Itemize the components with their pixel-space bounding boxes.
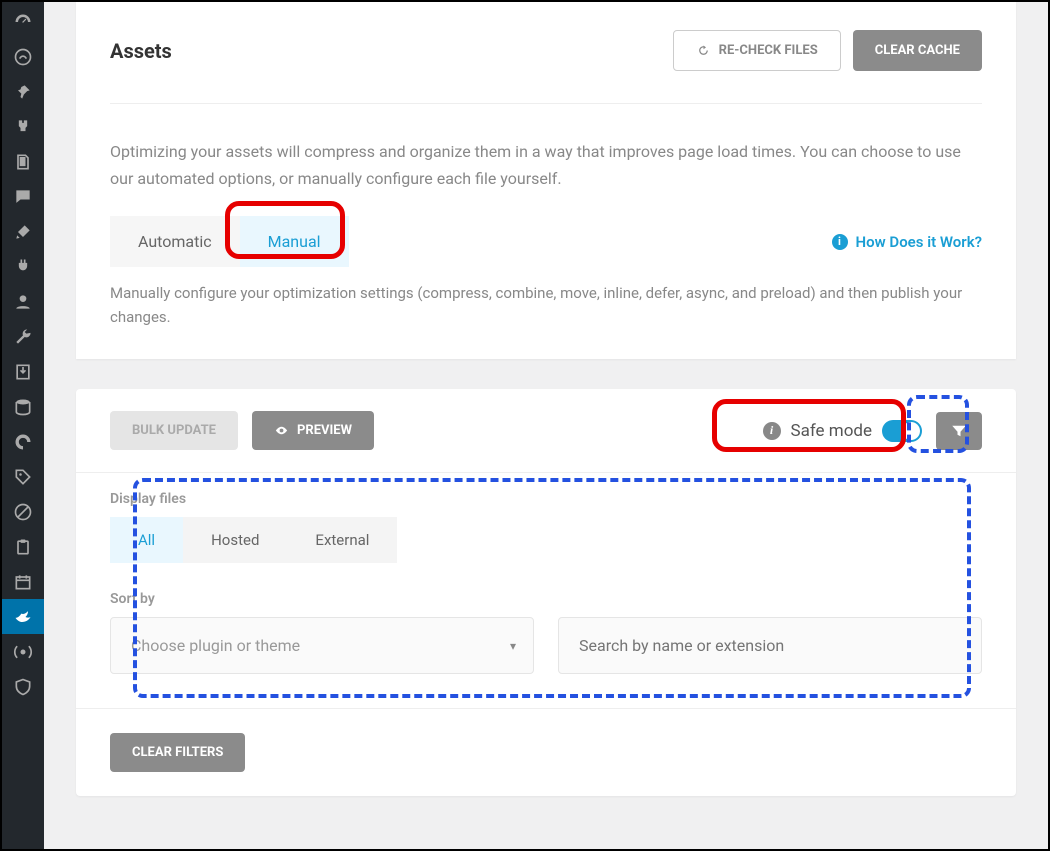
info-gray-icon[interactable]: i xyxy=(763,422,781,440)
user-icon xyxy=(13,292,33,312)
sidebar-o[interactable] xyxy=(2,424,44,459)
sidebar-plugins2[interactable] xyxy=(2,249,44,284)
admin-sidebar xyxy=(2,2,44,849)
info-icon: i xyxy=(832,234,848,250)
intro-text: Optimizing your assets will compress and… xyxy=(110,104,982,216)
display-files-label: Display files xyxy=(110,491,982,507)
sidebar-hummingbird[interactable] xyxy=(2,39,44,74)
ocircle-icon xyxy=(13,432,33,452)
sidebar-tag[interactable] xyxy=(2,459,44,494)
filter-panel: Display files All Hosted External Sort b… xyxy=(76,473,1016,708)
hummingbird-icon xyxy=(13,47,33,67)
search-input[interactable] xyxy=(558,617,982,674)
recheck-files-button[interactable]: RE-CHECK FILES xyxy=(673,30,841,71)
clear-filters-button[interactable]: CLEAR FILTERS xyxy=(110,733,245,772)
safe-mode-label: Safe mode xyxy=(791,421,873,441)
clear-cache-button[interactable]: CLEAR CACHE xyxy=(853,30,982,71)
safe-mode-group: i Safe mode xyxy=(763,420,923,442)
manual-tab-description: Manually configure your optimization set… xyxy=(110,267,982,359)
main-content: Assets RE-CHECK FILES CLEAR CACHE Optimi… xyxy=(44,2,1048,849)
sidebar-calendar[interactable] xyxy=(2,564,44,599)
how-does-it-work-link[interactable]: i How Does it Work? xyxy=(832,233,982,251)
sidebar-appearance[interactable] xyxy=(2,214,44,249)
safe-mode-toggle[interactable] xyxy=(882,420,922,442)
filter-button[interactable] xyxy=(936,412,982,450)
sidebar-hummingbird-active[interactable] xyxy=(2,599,44,634)
tab-manual[interactable]: Manual xyxy=(240,216,349,267)
plugins-icon xyxy=(13,117,33,137)
sort-by-label: Sort by xyxy=(110,591,982,607)
shield-icon xyxy=(13,677,33,697)
preview-button[interactable]: PREVIEW xyxy=(252,411,374,450)
sidebar-database[interactable] xyxy=(2,389,44,424)
brush-icon xyxy=(13,222,33,242)
bird-icon xyxy=(13,607,33,627)
eye-icon xyxy=(274,423,289,438)
wrench-icon xyxy=(13,327,33,347)
sidebar-users[interactable] xyxy=(2,284,44,319)
pin-icon xyxy=(13,82,33,102)
bulk-update-button[interactable]: BULK UPDATE xyxy=(110,411,238,450)
sidebar-pin[interactable] xyxy=(2,74,44,109)
sidebar-broadcast[interactable] xyxy=(2,634,44,669)
funnel-icon xyxy=(950,422,968,440)
import-icon xyxy=(13,362,33,382)
dashboard-icon xyxy=(13,12,33,32)
sidebar-plugins[interactable] xyxy=(2,109,44,144)
sidebar-clipboard[interactable] xyxy=(2,529,44,564)
mode-tabs: Automatic Manual xyxy=(110,216,349,267)
pages-icon xyxy=(13,152,33,172)
sidebar-pages[interactable] xyxy=(2,144,44,179)
sidebar-tools[interactable] xyxy=(2,319,44,354)
display-all-pill[interactable]: All xyxy=(110,517,183,563)
tab-automatic[interactable]: Automatic xyxy=(110,216,240,267)
clipboard-icon xyxy=(13,537,33,557)
sidebar-comments[interactable] xyxy=(2,179,44,214)
tag-icon xyxy=(13,467,33,487)
sidebar-import[interactable] xyxy=(2,354,44,389)
page-title: Assets xyxy=(110,39,172,63)
sidebar-slash[interactable] xyxy=(2,494,44,529)
comment-icon xyxy=(13,187,33,207)
broadcast-icon xyxy=(13,642,33,662)
plug-icon xyxy=(13,257,33,277)
calendar-icon xyxy=(13,572,33,592)
sort-plugin-select[interactable]: Choose plugin or theme xyxy=(110,617,534,674)
refresh-icon xyxy=(696,43,711,58)
database-icon xyxy=(13,397,33,417)
display-hosted-pill[interactable]: Hosted xyxy=(183,517,287,563)
display-external-pill[interactable]: External xyxy=(287,517,397,563)
slash-icon xyxy=(13,502,33,522)
sidebar-shield[interactable] xyxy=(2,669,44,704)
sidebar-dashboard[interactable] xyxy=(2,4,44,39)
